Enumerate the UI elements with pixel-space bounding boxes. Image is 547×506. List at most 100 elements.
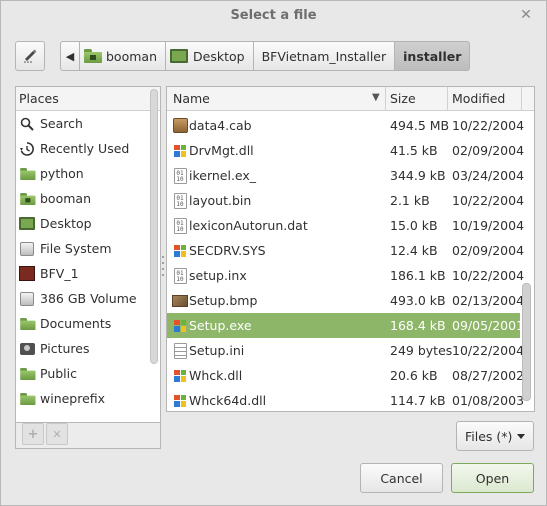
- file-name: ikernel.ex_: [189, 168, 257, 183]
- sidebar-item-label: wineprefix: [40, 391, 106, 406]
- sidebar-item-label: Desktop: [40, 216, 92, 231]
- filter-label: Files (*): [465, 428, 513, 444]
- drive-icon: [20, 291, 34, 306]
- path-back-button[interactable]: ◀: [60, 41, 80, 71]
- file-modified: 10/22/2004: [452, 343, 525, 358]
- folder-icon: [20, 392, 36, 405]
- breadcrumb-bfvietnam-installer[interactable]: BFVietnam_Installer: [253, 41, 396, 71]
- file-row[interactable]: SECDRV.SYS 12.4 kB 02/09/2004: [167, 238, 524, 263]
- clock-icon: [19, 141, 35, 157]
- cab-icon: [172, 118, 188, 133]
- breadcrumb: booman Desktop BFVietnam_Installer insta…: [80, 41, 471, 71]
- sidebar-item-label: 386 GB Volume: [40, 291, 137, 306]
- sidebar-item-booman[interactable]: booman: [16, 186, 160, 211]
- file-row[interactable]: Whck64d.dll 114.7 kB 01/08/2003: [167, 388, 524, 411]
- file-row[interactable]: Setup.bmp 493.0 kB 02/13/2004: [167, 288, 524, 313]
- file-row[interactable]: 01 10 ikernel.ex_ 344.9 kB 03/24/2004: [167, 163, 524, 188]
- file-size: 41.5 kB: [390, 143, 438, 158]
- file-modified: 01/08/2003: [452, 393, 525, 408]
- close-icon[interactable]: ✕: [518, 7, 534, 23]
- sidebar-item-desktop[interactable]: Desktop: [16, 211, 160, 236]
- image-icon: [172, 294, 188, 307]
- desktop-icon: [170, 49, 188, 63]
- sidebar-item-label: Search: [40, 116, 83, 131]
- file-type-filter[interactable]: Files (*): [456, 421, 534, 451]
- file-modified: 02/09/2004: [452, 143, 525, 158]
- file-modified: 03/24/2004: [452, 168, 525, 183]
- file-name: Whck64d.dll: [189, 393, 267, 408]
- cancel-button[interactable]: Cancel: [360, 463, 443, 493]
- left-arrow-icon: ◀: [65, 49, 75, 63]
- file-name: lexiconAutorun.dat: [189, 218, 308, 233]
- sidebar-item-search[interactable]: Search: [16, 111, 160, 136]
- type-location-button[interactable]: [15, 41, 45, 71]
- open-button[interactable]: Open: [451, 463, 534, 493]
- breadcrumb-desktop[interactable]: Desktop: [166, 41, 254, 71]
- file-name: Setup.bmp: [189, 293, 258, 308]
- sidebar-item-label: File System: [40, 241, 112, 256]
- breadcrumb-installer[interactable]: installer: [395, 41, 471, 71]
- sidebar-item-wineprefix[interactable]: wineprefix: [16, 386, 160, 411]
- sidebar-item-386gb-volume[interactable]: 386 GB Volume: [16, 286, 160, 311]
- breadcrumb-booman[interactable]: booman: [80, 41, 166, 71]
- sidebar-item-documents[interactable]: Documents: [16, 311, 160, 336]
- sidebar-item-label: booman: [40, 191, 91, 206]
- file-row-selected[interactable]: Setup.exe 168.4 kB 09/05/2001: [167, 313, 524, 338]
- breadcrumb-label: booman: [106, 48, 157, 64]
- column-header-name[interactable]: Name: [173, 91, 210, 106]
- sidebar-item-label: Recently Used: [40, 141, 130, 156]
- binary-icon: 01 10: [173, 167, 187, 184]
- file-row[interactable]: 01 10 lexiconAutorun.dat 15.0 kB 10/19/20…: [167, 213, 524, 238]
- file-size: 12.4 kB: [390, 243, 438, 258]
- column-header-size[interactable]: Size: [390, 91, 416, 106]
- file-row[interactable]: data4.cab 494.5 MB 10/22/2004: [167, 113, 524, 138]
- home-folder-icon: [84, 49, 102, 63]
- remove-bookmark-button[interactable]: ✕: [46, 423, 68, 445]
- file-row[interactable]: Whck.dll 20.6 kB 08/27/2002: [167, 363, 524, 388]
- sidebar-item-pictures[interactable]: Pictures: [16, 336, 160, 361]
- file-size: 494.5 MB: [390, 118, 450, 133]
- file-row[interactable]: DrvMgt.dll 41.5 kB 02/09/2004: [167, 138, 524, 163]
- sidebar-item-file-system[interactable]: File System: [16, 236, 160, 261]
- windows-icon: [174, 319, 186, 332]
- places-sidebar: Places Search Recently Used python booma…: [15, 86, 161, 423]
- file-size: 20.6 kB: [390, 368, 438, 383]
- sidebar-item-recently-used[interactable]: Recently Used: [16, 136, 160, 161]
- file-size: 344.9 kB: [390, 168, 446, 183]
- places-header: Places: [16, 87, 160, 111]
- sidebar-item-label: python: [40, 166, 84, 181]
- breadcrumb-label: installer: [403, 48, 462, 64]
- desktop-icon: [19, 217, 35, 230]
- file-modified: 02/09/2004: [452, 243, 525, 258]
- file-modified: 08/27/2002: [452, 368, 525, 383]
- sidebar-item-label: BFV_1: [40, 266, 79, 281]
- file-size: 493.0 kB: [390, 293, 446, 308]
- breadcrumb-label: BFVietnam_Installer: [261, 48, 387, 64]
- file-row[interactable]: 01 10 setup.inx 186.1 kB 10/22/2004: [167, 263, 524, 288]
- folder-icon: [20, 367, 36, 380]
- binary-icon: 01 10: [173, 267, 187, 284]
- file-modified: 10/22/2004: [452, 118, 525, 133]
- sidebar-item-public[interactable]: Public: [16, 361, 160, 386]
- file-row[interactable]: Setup.ini 249 bytes 10/22/2004: [167, 338, 524, 363]
- sort-descending-icon: ▼: [372, 92, 380, 103]
- add-bookmark-button[interactable]: +: [22, 423, 44, 445]
- file-modified: 02/13/2004: [452, 293, 525, 308]
- file-modified: 10/22/2004: [452, 193, 525, 208]
- windows-icon: [174, 144, 186, 157]
- file-row[interactable]: 01 10 layout.bin 2.1 kB 10/22/2004: [167, 188, 524, 213]
- column-header-modified[interactable]: Modified: [452, 91, 505, 106]
- sidebar-item-label: Public: [40, 366, 77, 381]
- sidebar-scrollbar[interactable]: [150, 89, 158, 364]
- file-name: SECDRV.SYS: [189, 243, 266, 258]
- sidebar-item-bfv-1[interactable]: BFV_1: [16, 261, 160, 286]
- windows-icon: [174, 244, 186, 257]
- file-list-scrollbar[interactable]: [522, 283, 531, 401]
- bfv-disc-icon: [19, 266, 35, 281]
- sidebar-item-label: Pictures: [40, 341, 90, 356]
- pane-splitter[interactable]: [162, 256, 165, 276]
- sidebar-item-label: Documents: [40, 316, 112, 331]
- text-icon: [173, 342, 187, 359]
- folder-icon: [20, 317, 36, 330]
- sidebar-item-python[interactable]: python: [16, 161, 160, 186]
